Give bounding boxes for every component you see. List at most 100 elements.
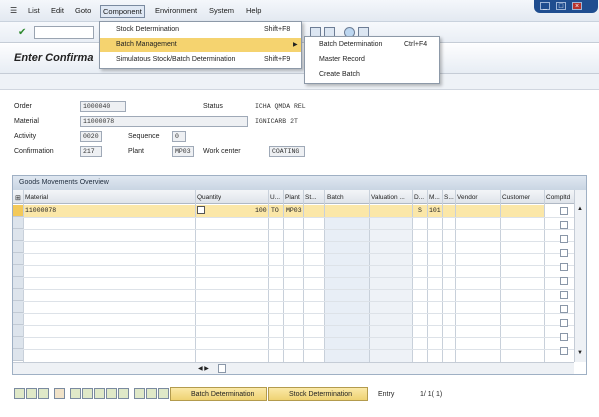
row-selector[interactable]: [13, 313, 23, 325]
stock-determination-button[interactable]: Stock Determination: [268, 387, 368, 401]
completed-checkbox[interactable]: [560, 235, 568, 243]
scroll-left-icon[interactable]: ◀ ▶: [198, 365, 209, 372]
scroll-up-icon[interactable]: ▲: [577, 206, 583, 212]
menu-component[interactable]: Component: [100, 5, 145, 18]
select-all-icon[interactable]: ⊞: [15, 194, 21, 202]
menu-goto[interactable]: Goto: [75, 6, 91, 15]
status-label: Status: [203, 103, 223, 110]
sort-ascending-icon[interactable]: [70, 388, 81, 399]
row1-unit[interactable]: TO: [271, 207, 279, 214]
col-material[interactable]: Material: [25, 194, 48, 201]
row-selector[interactable]: [13, 337, 23, 349]
list-menu-icon[interactable]: ☰: [10, 6, 17, 15]
col-stor-loc[interactable]: St...: [305, 194, 321, 201]
row1-d[interactable]: S: [418, 207, 422, 214]
deselect-icon[interactable]: [38, 388, 49, 399]
row-selector[interactable]: [13, 349, 23, 361]
activity-label: Activity: [14, 133, 37, 140]
row-selector[interactable]: [13, 217, 23, 229]
menu-system[interactable]: System: [209, 6, 234, 15]
sort-descending-icon[interactable]: [82, 388, 93, 399]
submenu-arrow-icon: ▶: [293, 42, 298, 48]
col-quantity[interactable]: Quantity: [197, 194, 221, 201]
material-field: 11000078: [80, 116, 248, 127]
completed-checkbox[interactable]: [560, 263, 568, 271]
col-vendor[interactable]: Vendor: [457, 194, 478, 201]
delete-row-icon[interactable]: [54, 388, 65, 399]
completed-checkbox[interactable]: [560, 249, 568, 257]
minimize-icon[interactable]: _: [540, 2, 550, 10]
row-selector[interactable]: [13, 265, 23, 277]
first-page-icon[interactable]: [134, 388, 145, 399]
menu-item-shortcut: Ctrl+F4: [404, 41, 428, 48]
close-icon[interactable]: ×: [572, 2, 582, 10]
row1-movement-type[interactable]: 101: [429, 207, 441, 214]
completed-checkbox[interactable]: [560, 333, 568, 341]
row-selector[interactable]: [13, 253, 23, 265]
col-s[interactable]: S...: [444, 194, 454, 201]
row-selector[interactable]: [13, 325, 23, 337]
row-selector[interactable]: [13, 277, 23, 289]
menu-list[interactable]: List: [28, 6, 40, 15]
sequence-field: 0: [172, 131, 186, 142]
row1-material[interactable]: 11000078: [25, 207, 56, 214]
scroll-down-icon[interactable]: ▼: [577, 350, 583, 356]
col-valuation[interactable]: Valuation ...: [371, 194, 411, 201]
confirmation-field: 217: [80, 146, 102, 157]
completed-checkbox[interactable]: [560, 319, 568, 327]
row-selector[interactable]: [13, 289, 23, 301]
completed-checkbox[interactable]: [560, 277, 568, 285]
col-d[interactable]: D...: [414, 194, 426, 201]
row-selector[interactable]: [13, 301, 23, 313]
select-all-rows-icon[interactable]: [26, 388, 37, 399]
vertical-scrollbar[interactable]: ▲ ▼: [574, 190, 586, 362]
menu-help[interactable]: Help: [246, 6, 261, 15]
entry-value: 1/ 1( 1): [420, 391, 443, 398]
col-batch[interactable]: Batch: [327, 194, 344, 201]
batch-determination-button[interactable]: Batch Determination: [170, 387, 267, 401]
col-movement-type[interactable]: M...: [429, 194, 441, 201]
menu-item-label: Stock Determination: [116, 26, 180, 33]
command-field[interactable]: [34, 26, 94, 39]
enter-check-icon[interactable]: ✔: [18, 27, 26, 38]
col-unit[interactable]: U...: [270, 194, 282, 201]
filter-icon[interactable]: [106, 388, 117, 399]
menu-item-create-batch[interactable]: Create Batch: [305, 68, 439, 82]
workcenter-label: Work center: [203, 148, 241, 155]
menu-item-master-record[interactable]: Master Record: [305, 53, 439, 67]
menu-item-shortcut: Shift+F8: [264, 26, 291, 33]
menu-item-shortcut: Shift+F9: [264, 56, 291, 63]
menu-item-label: Simulatous Stock/Batch Determination: [116, 56, 236, 63]
scroll-thumb[interactable]: [218, 364, 226, 373]
row1-plant[interactable]: MP03: [286, 207, 302, 214]
row-selector[interactable]: [13, 229, 23, 241]
col-completed[interactable]: Compltd: [546, 194, 574, 201]
next-page-icon[interactable]: [158, 388, 169, 399]
menu-environment[interactable]: Environment: [155, 6, 197, 15]
row1-quantity[interactable]: 100: [255, 207, 267, 214]
find-icon[interactable]: [94, 388, 105, 399]
completed-checkbox[interactable]: [560, 207, 568, 215]
row-selector[interactable]: [13, 241, 23, 253]
completed-checkbox[interactable]: [560, 305, 568, 313]
horizontal-scrollbar[interactable]: ◀ ▶: [13, 362, 574, 374]
row1-quantity-helper[interactable]: [197, 206, 205, 214]
material-description: IGNICARB 2T: [255, 118, 298, 125]
menu-edit[interactable]: Edit: [51, 6, 64, 15]
order-field: 1000040: [80, 101, 126, 112]
details-icon[interactable]: [14, 388, 25, 399]
table-title: Goods Movements Overview: [13, 176, 586, 190]
col-customer[interactable]: Customer: [502, 194, 530, 201]
completed-checkbox[interactable]: [560, 347, 568, 355]
completed-checkbox[interactable]: [560, 291, 568, 299]
row-selector[interactable]: [13, 205, 23, 217]
confirmation-label: Confirmation: [14, 148, 54, 155]
sum-icon[interactable]: [118, 388, 129, 399]
previous-page-icon[interactable]: [146, 388, 157, 399]
maximize-icon[interactable]: □: [556, 2, 566, 10]
table-row[interactable]: [23, 205, 545, 217]
plant-field: MP03: [172, 146, 194, 157]
completed-checkbox[interactable]: [560, 221, 568, 229]
menu-item-batch-management[interactable]: Batch Management: [100, 38, 301, 52]
col-plant[interactable]: Plant: [285, 194, 300, 201]
